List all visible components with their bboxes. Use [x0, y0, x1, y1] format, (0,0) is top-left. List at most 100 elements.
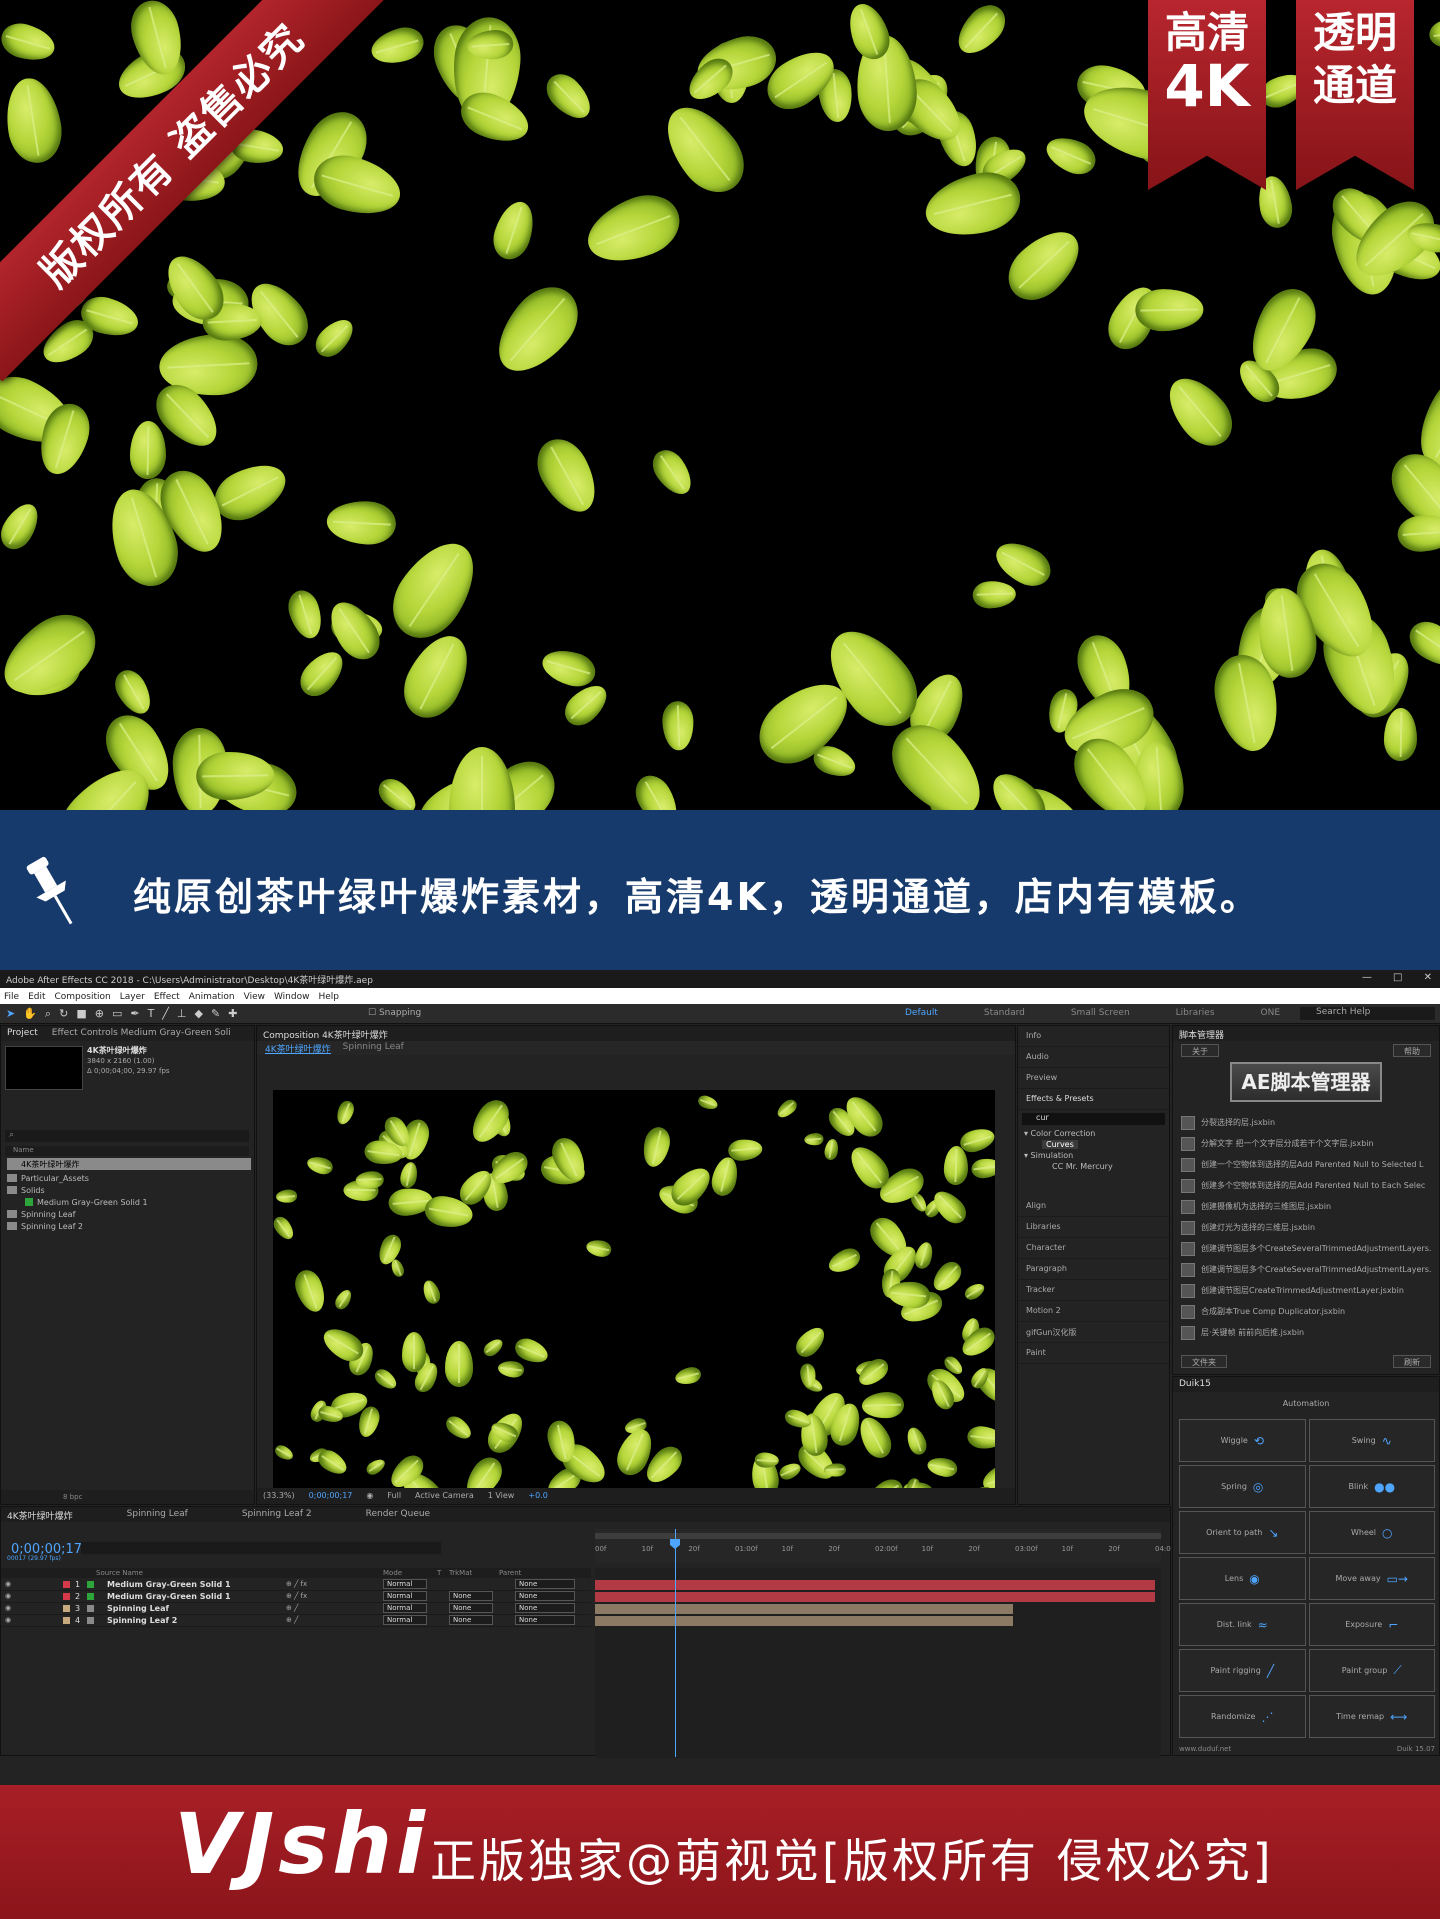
project-item[interactable]: Spinning Leaf 2 — [7, 1220, 83, 1232]
duik-button-spring[interactable]: Spring ◎ — [1179, 1465, 1306, 1508]
camera-snapshot-icon[interactable]: ◉ — [366, 1491, 373, 1501]
panel-item-5[interactable]: Motion 2 — [1018, 1301, 1169, 1322]
timeline-layer-row[interactable]: ◉ 4 Spinning Leaf 2 ⊕ ╱ Normal None None — [1, 1615, 591, 1627]
duik-button-exposure[interactable]: Exposure ⌐ — [1308, 1603, 1435, 1646]
tree-simulation[interactable]: ▾ Simulation — [1024, 1150, 1163, 1161]
duik-button-wiggle[interactable]: Wiggle ⟲ — [1179, 1419, 1306, 1462]
panel-item-1[interactable]: Libraries — [1018, 1217, 1169, 1238]
menu-item-window[interactable]: Window — [274, 992, 310, 1002]
tab-project[interactable]: Project — [7, 1028, 38, 1039]
script-item[interactable]: 创建摄像机为选择的三维图层.jsxbin — [1181, 1196, 1431, 1217]
camera-tool-icon[interactable]: ■ — [76, 1007, 86, 1021]
script-item[interactable]: 分解文字 把一个文字层分成若干个文字层.jsxbin — [1181, 1133, 1431, 1154]
layer-parent-select[interactable]: None — [515, 1615, 575, 1625]
panel-preview[interactable]: Preview — [1018, 1068, 1169, 1089]
layer-mode-select[interactable]: Normal — [383, 1591, 427, 1601]
duik-button-move-away[interactable]: Move away ▭→ — [1308, 1557, 1435, 1600]
layer-parent-select[interactable]: None — [515, 1591, 575, 1601]
current-time-indicator[interactable] — [675, 1529, 676, 1757]
duik-button-lens[interactable]: Lens ◉ — [1179, 1557, 1306, 1600]
duik-button-paint-group[interactable]: Paint group ⟋ — [1308, 1649, 1435, 1692]
rectangle-tool-icon[interactable]: ▭ — [112, 1007, 122, 1021]
visibility-eye-icon[interactable]: ◉ — [5, 1616, 11, 1624]
subtab-main-comp[interactable]: 4K茶叶绿叶爆炸 — [265, 1042, 331, 1055]
layer-label-color[interactable] — [63, 1581, 70, 1588]
menu-item-view[interactable]: View — [244, 992, 265, 1002]
project-item[interactable]: 4K茶叶绿叶爆炸 — [7, 1158, 251, 1170]
script-item[interactable]: 层·关键帧 前前向后推.jsxbin — [1181, 1322, 1431, 1343]
visibility-eye-icon[interactable]: ◉ — [5, 1604, 11, 1612]
tab-effect-controls[interactable]: Effect Controls Medium Gray-Green Soli — [52, 1028, 231, 1039]
workspace-standard[interactable]: Standard — [984, 1008, 1025, 1018]
layer-duration-bar[interactable] — [595, 1616, 1013, 1626]
project-search-input[interactable]: ⌕ — [5, 1130, 249, 1142]
panel-item-3[interactable]: Paragraph — [1018, 1259, 1169, 1280]
panel-info[interactable]: Info — [1018, 1026, 1169, 1047]
layer-switches[interactable]: ⊕ ╱ fx — [286, 1580, 307, 1588]
work-area-bar[interactable] — [595, 1533, 1161, 1539]
layer-name[interactable]: Medium Gray-Green Solid 1 — [107, 1592, 231, 1601]
selection-tool-icon[interactable]: ➤ — [6, 1007, 15, 1021]
bpc-label[interactable]: 8 bpc — [63, 1493, 82, 1501]
panel-item-2[interactable]: Character — [1018, 1238, 1169, 1259]
script-item[interactable]: 创建调节图层多个CreateSeveralTrimmedAdjustmentLa… — [1181, 1238, 1431, 1259]
folder-button[interactable]: 文件夹 — [1181, 1355, 1227, 1368]
project-item[interactable]: Solids — [7, 1184, 45, 1196]
layer-trkmat-select[interactable]: None — [449, 1603, 493, 1613]
puppet-tool-icon[interactable]: ✚ — [228, 1007, 237, 1021]
panel-item-4[interactable]: Tracker — [1018, 1280, 1169, 1301]
menu-item-help[interactable]: Help — [318, 992, 339, 1002]
project-item[interactable]: Medium Gray-Green Solid 1 — [25, 1196, 148, 1208]
layer-parent-select[interactable]: None — [515, 1603, 575, 1613]
menu-item-animation[interactable]: Animation — [189, 992, 235, 1002]
script-item[interactable]: 分裂选择的层.jsxbin — [1181, 1112, 1431, 1133]
search-help-input[interactable]: Search Help — [1300, 1007, 1435, 1020]
timeline-tab[interactable]: 4K茶叶绿叶爆炸 — [7, 1509, 73, 1522]
script-item[interactable]: 创建多个空物体到选择的层Add Parented Null to Each Se… — [1181, 1175, 1431, 1196]
roto-tool-icon[interactable]: ✎ — [211, 1007, 220, 1021]
layer-name[interactable]: Medium Gray-Green Solid 1 — [107, 1580, 231, 1589]
viewer-timecode[interactable]: 0;00;00;17 — [309, 1491, 353, 1501]
timeline-tab[interactable]: Spinning Leaf — [127, 1509, 188, 1520]
layer-trkmat-select[interactable]: None — [449, 1615, 493, 1625]
effects-search-input[interactable]: cur — [1022, 1113, 1165, 1125]
type-tool-icon[interactable]: T — [148, 1007, 155, 1021]
duik-button-randomize[interactable]: Randomize ⋰ — [1179, 1695, 1306, 1738]
project-item[interactable]: Spinning Leaf — [7, 1208, 75, 1220]
duik-button-time-remap[interactable]: Time remap ⟷ — [1308, 1695, 1435, 1738]
layer-mode-select[interactable]: Normal — [383, 1579, 427, 1589]
script-item[interactable]: 创建灯光为选择的三维层.jsxbin — [1181, 1217, 1431, 1238]
panel-item-7[interactable]: Paint — [1018, 1343, 1169, 1364]
layer-duration-bar[interactable] — [595, 1604, 1013, 1614]
tree-color-correction[interactable]: ▾ Color Correction — [1024, 1128, 1163, 1139]
timeline-layer-row[interactable]: ◉ 3 Spinning Leaf ⊕ ╱ Normal None None — [1, 1603, 591, 1615]
timeline-search-input[interactable] — [81, 1542, 441, 1554]
panel-audio[interactable]: Audio — [1018, 1047, 1169, 1068]
visibility-eye-icon[interactable]: ◉ — [5, 1592, 11, 1600]
resolution-select[interactable]: Full — [387, 1491, 401, 1501]
duik-button-swing[interactable]: Swing ∿ — [1308, 1419, 1435, 1462]
workspace-small-screen[interactable]: Small Screen — [1071, 1008, 1130, 1018]
zoom-tool-icon[interactable]: ⌕ — [45, 1007, 51, 1021]
layer-duration-bar[interactable] — [595, 1580, 1155, 1590]
layer-mode-select[interactable]: Normal — [383, 1615, 427, 1625]
menu-item-file[interactable]: File — [4, 992, 19, 1002]
duik-title[interactable]: Duik15 — [1179, 1379, 1211, 1390]
brush-tool-icon[interactable]: ╱ — [162, 1007, 169, 1021]
layer-name[interactable]: Spinning Leaf 2 — [107, 1616, 177, 1625]
workspace-libraries[interactable]: Libraries — [1176, 1008, 1215, 1018]
view-layout-select[interactable]: 1 View — [488, 1491, 515, 1501]
visibility-eye-icon[interactable]: ◉ — [5, 1580, 11, 1588]
timeline-layer-row[interactable]: ◉ 2 Medium Gray-Green Solid 1 ⊕ ╱ fx Normal N… — [1, 1591, 591, 1603]
refresh-button[interactable]: 刷新 — [1393, 1355, 1431, 1368]
about-button[interactable]: 关于 — [1181, 1044, 1219, 1057]
pen-tool-icon[interactable]: ✒ — [130, 1007, 139, 1021]
rotate-tool-icon[interactable]: ↻ — [59, 1007, 68, 1021]
duik-button-blink[interactable]: Blink ●● — [1308, 1465, 1435, 1508]
script-item[interactable]: 创建调节图层CreateTrimmedAdjustmentLayer.jsxbi… — [1181, 1280, 1431, 1301]
duik-button-orient-to-path[interactable]: Orient to path ↘ — [1179, 1511, 1306, 1554]
camera-select[interactable]: Active Camera — [415, 1491, 474, 1501]
layer-trkmat-select[interactable]: None — [449, 1591, 493, 1601]
zoom-select[interactable]: (33.3%) — [263, 1491, 295, 1501]
hand-tool-icon[interactable]: ✋ — [23, 1007, 37, 1021]
